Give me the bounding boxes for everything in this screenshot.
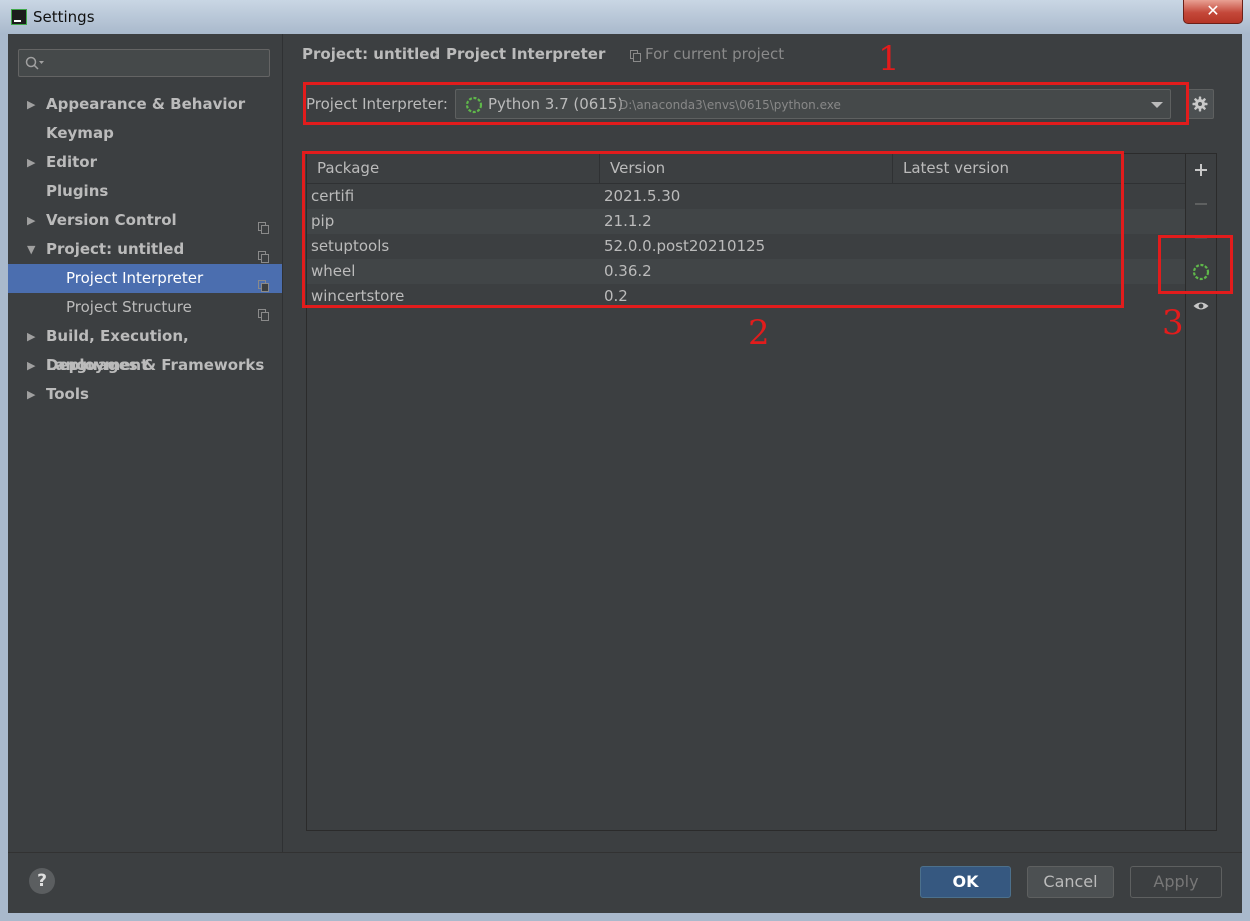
project-scope-icon [630, 48, 641, 66]
sidebar-item-version-control[interactable]: ▶ Version Control [8, 206, 282, 235]
settings-search-box[interactable] [18, 49, 270, 77]
sidebar-item-label: Tools [46, 385, 89, 403]
breadcrumb-separator: › [433, 45, 439, 63]
annotation-number-3: 3 [1162, 303, 1184, 343]
remove-icon[interactable] [1192, 195, 1210, 213]
show-early-releases-icon[interactable] [1192, 297, 1210, 315]
expand-down-arrow-icon[interactable]: ▼ [27, 235, 35, 264]
window-close-button[interactable]: ✕ [1183, 0, 1243, 24]
window-frame-left [0, 34, 8, 921]
sidebar-item-project-interpreter[interactable]: Project Interpreter [8, 264, 282, 293]
annotation-box-1 [303, 82, 1189, 125]
sidebar-item-label: Version Control [46, 211, 177, 229]
annotation-box-2 [302, 151, 1124, 308]
interpreter-settings-button[interactable] [1186, 89, 1214, 119]
settings-sidebar: ▶ Appearance & Behavior Keymap ▶ Editor Plugi… [8, 34, 283, 852]
settings-search-input[interactable] [47, 53, 269, 75]
add-icon[interactable] [1192, 161, 1210, 179]
sidebar-item-label: Languages & Frameworks [46, 356, 265, 374]
expand-right-arrow-icon[interactable]: ▶ [27, 322, 35, 351]
pycharm-app-icon [11, 9, 27, 25]
expand-right-arrow-icon[interactable]: ▶ [27, 148, 35, 177]
sidebar-item-label: Keymap [46, 124, 114, 142]
expand-right-arrow-icon[interactable]: ▶ [27, 90, 35, 119]
settings-dialog: ▶ Appearance & Behavior Keymap ▶ Editor Plugi… [8, 34, 1242, 913]
sidebar-item-label: Appearance & Behavior [46, 95, 246, 113]
gear-icon [1192, 96, 1208, 112]
breadcrumb-scope: For current project [645, 45, 785, 63]
sidebar-item-editor[interactable]: ▶ Editor [8, 148, 282, 177]
window-title-bar[interactable]: Settings ✕ [0, 0, 1250, 34]
bottom-separator [8, 852, 1242, 853]
window-frame-bottom [0, 913, 1250, 921]
expand-right-arrow-icon[interactable]: ▶ [27, 380, 35, 409]
annotation-number-1: 1 [878, 39, 900, 79]
sidebar-item-appearance-behavior[interactable]: ▶ Appearance & Behavior [8, 90, 282, 119]
sidebar-item-label: Editor [46, 153, 97, 171]
sidebar-item-project-structure[interactable]: Project Structure [8, 293, 282, 322]
expand-right-arrow-icon[interactable]: ▶ [27, 206, 35, 235]
sidebar-item-keymap[interactable]: Keymap [8, 119, 282, 148]
sidebar-item-tools[interactable]: ▶ Tools [8, 380, 282, 409]
sidebar-item-label: Project: untitled [46, 240, 185, 258]
sidebar-item-label: Project Structure [66, 298, 192, 316]
apply-button[interactable]: Apply [1130, 866, 1222, 898]
sidebar-item-project-untitled[interactable]: ▼ Project: untitled [8, 235, 282, 264]
annotation-number-2: 2 [748, 313, 770, 353]
window-title: Settings [33, 8, 95, 26]
help-button[interactable]: ? [29, 868, 55, 894]
cancel-button[interactable]: Cancel [1027, 866, 1114, 898]
search-icon [25, 56, 44, 70]
ok-button[interactable]: OK [920, 866, 1011, 898]
expand-right-arrow-icon[interactable]: ▶ [27, 351, 35, 380]
sidebar-item-label: Project Interpreter [66, 269, 204, 287]
sidebar-item-languages-frameworks[interactable]: ▶ Languages & Frameworks [8, 351, 282, 380]
sidebar-item-label: Plugins [46, 182, 109, 200]
window-frame-right [1242, 34, 1250, 921]
sidebar-item-build-execution-deployment[interactable]: ▶ Build, Execution, Deployment [8, 322, 282, 374]
sidebar-item-plugins[interactable]: Plugins [8, 177, 282, 206]
breadcrumb-page: Project Interpreter [446, 45, 606, 63]
annotation-box-3 [1158, 235, 1233, 294]
breadcrumb-project[interactable]: Project: untitled [302, 45, 440, 63]
